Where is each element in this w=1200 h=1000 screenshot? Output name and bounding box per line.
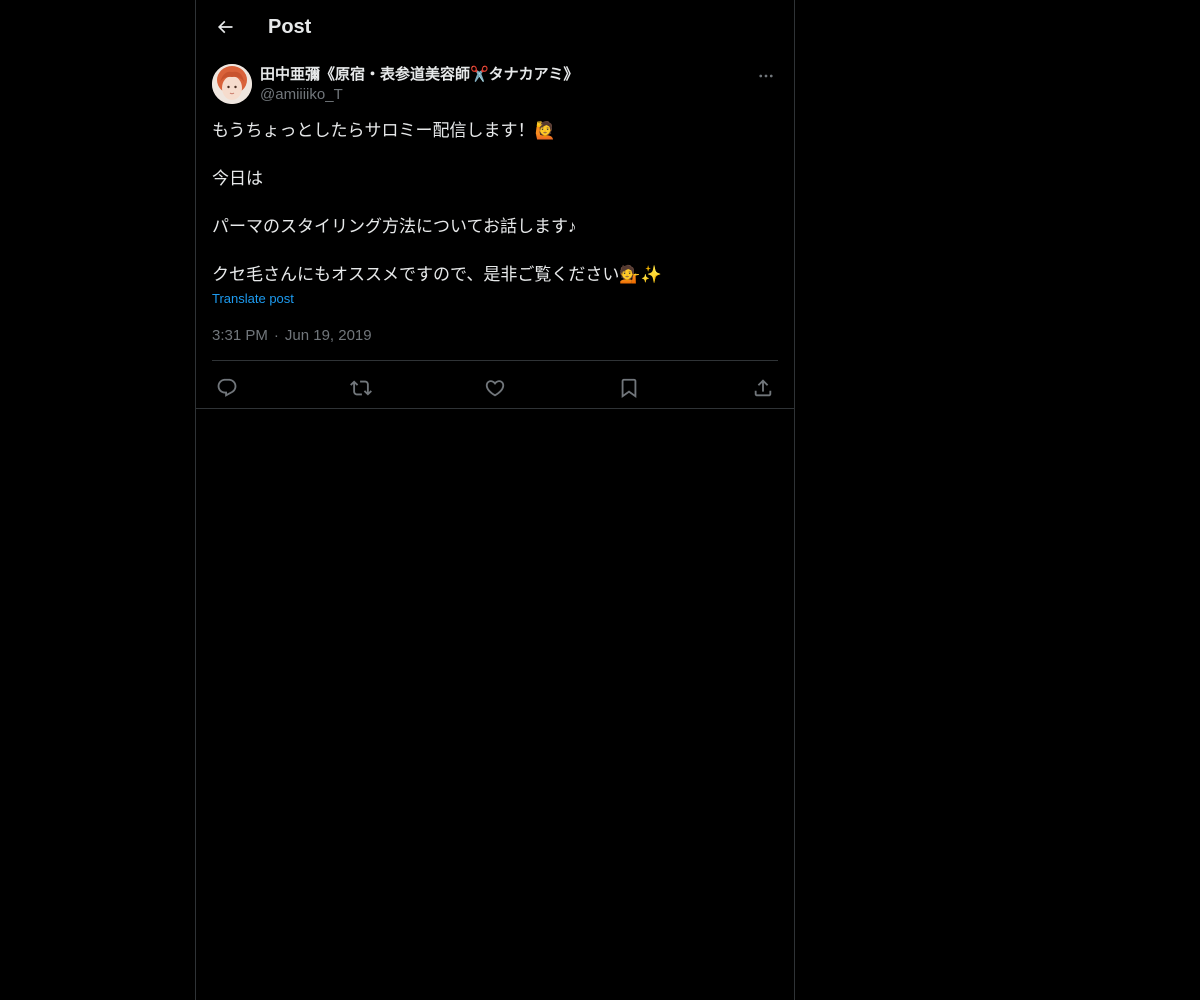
- like-button[interactable]: [478, 371, 512, 405]
- like-icon: [484, 377, 506, 399]
- bookmark-button[interactable]: [612, 371, 646, 405]
- post-paragraph: 今日は: [212, 169, 263, 188]
- timestamp-separator: ·: [273, 327, 279, 344]
- back-button[interactable]: [208, 10, 242, 44]
- share-icon: [752, 377, 774, 399]
- post-time: 3:31 PM: [212, 327, 268, 344]
- post-date: Jun 19, 2019: [284, 327, 372, 344]
- avatar[interactable]: [212, 64, 252, 104]
- more-horizontal-icon: [757, 67, 775, 85]
- post-text: もうちょっとしたらサロミー配信します！🙋 今日は パーマのスタイリング方法につい…: [212, 119, 778, 287]
- page-header: Post: [196, 0, 794, 53]
- repost-button[interactable]: [344, 371, 378, 405]
- translate-post-link[interactable]: Translate post: [212, 291, 294, 307]
- main-column: Post 田中亜彌《原宿・表参道美容師✂️タナカアミ》 @amiiiiko_T: [195, 0, 795, 1000]
- page-title: Post: [268, 16, 312, 38]
- author-display-name[interactable]: 田中亜彌《原宿・表参道美容師✂️タナカアミ》: [260, 65, 740, 85]
- share-button[interactable]: [746, 371, 780, 405]
- arrow-left-icon: [215, 17, 235, 37]
- reply-button[interactable]: [210, 371, 244, 405]
- reply-icon: [216, 377, 238, 399]
- divider: [212, 360, 778, 361]
- repost-icon: [350, 377, 372, 399]
- author-handle[interactable]: @amiiiiko_T: [260, 85, 740, 105]
- author-info: 田中亜彌《原宿・表参道美容師✂️タナカアミ》 @amiiiiko_T: [260, 65, 740, 105]
- more-options-button[interactable]: [754, 64, 778, 88]
- post-timestamp[interactable]: 3:31 PM · Jun 19, 2019: [212, 326, 372, 346]
- post-paragraph: パーマのスタイリング方法についてお話します♪: [212, 217, 577, 236]
- post-paragraph: クセ毛さんにもオススメですので、是非ご覧ください💁✨: [212, 265, 662, 284]
- bookmark-icon: [618, 377, 640, 399]
- post-actions: [212, 371, 778, 405]
- post-paragraph: もうちょっとしたらサロミー配信します！🙋: [212, 121, 556, 140]
- post-bottom-border: [196, 408, 794, 409]
